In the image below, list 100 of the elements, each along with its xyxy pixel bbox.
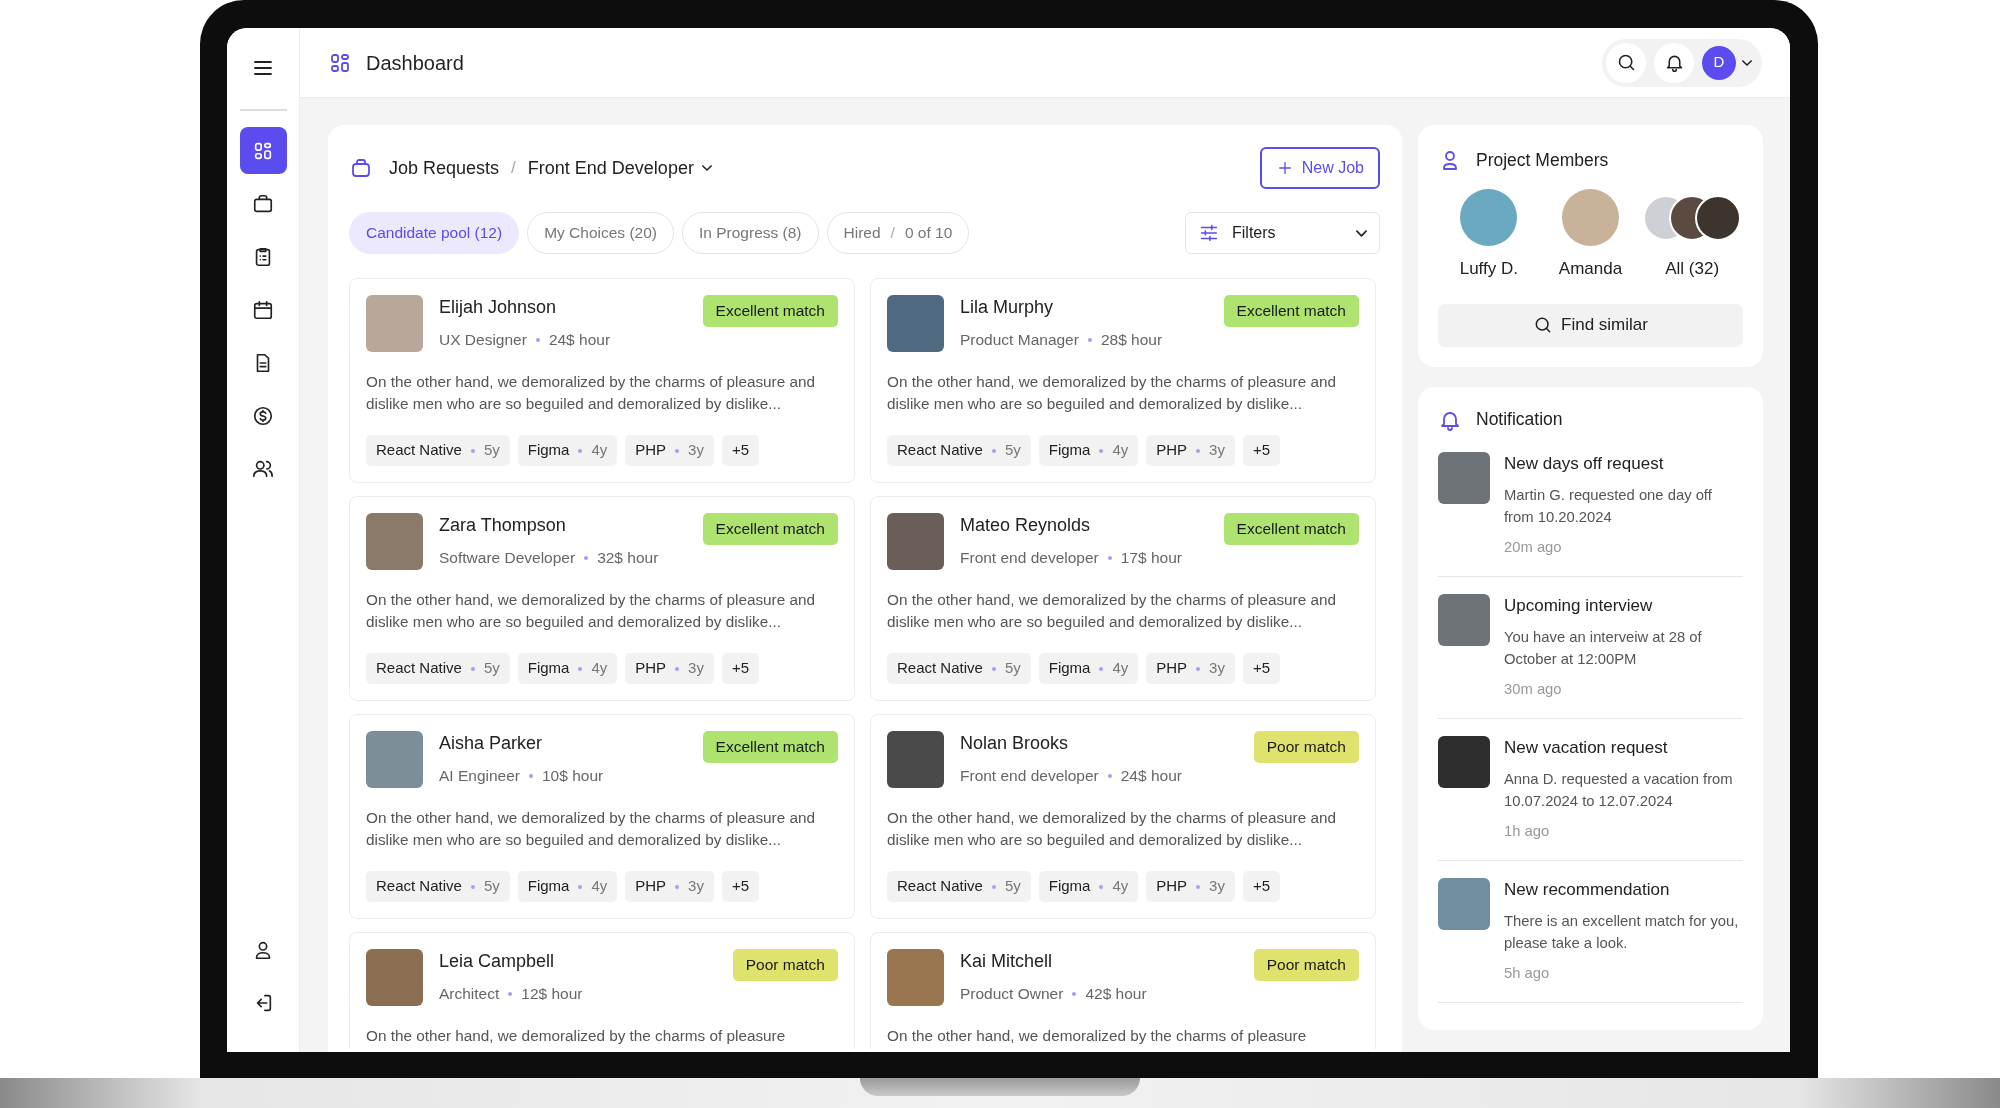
candidate-card[interactable]: Leia Campbell Architect 12$ hour Poor match On the other hand, we demoralized by the charms of pleasure bbox=[349, 932, 855, 1049]
notification-item[interactable]: New days off request Martin G. requested one day off from 10.20.2024 20m ago bbox=[1438, 434, 1743, 577]
calendar-icon bbox=[252, 298, 274, 321]
candidate-description: On the other hand, we demoralized by the charms of pleasure and dislike men who are so beguiled and demoralized by dislike... bbox=[366, 808, 816, 850]
skill-tag: Figma 4y bbox=[1038, 435, 1139, 466]
skill-tag: PHP 3y bbox=[625, 435, 714, 466]
photo-placeholder bbox=[1438, 878, 1490, 931]
photo-placeholder bbox=[1438, 735, 1490, 788]
photo-placeholder bbox=[366, 295, 423, 352]
match-badge: Excellent match bbox=[702, 513, 838, 545]
photo-placeholder bbox=[887, 513, 944, 570]
photo-placeholder bbox=[366, 513, 423, 570]
skill-tag: PHP 3y bbox=[625, 653, 714, 684]
dollar-icon bbox=[252, 404, 274, 427]
candidate-description: On the other hand, we demoralized by the charms of pleasure and dislike men who are so beguiled and demoralized by dislike... bbox=[366, 590, 816, 632]
skill-tag: Figma 4y bbox=[517, 435, 618, 466]
hourly-rate: 12$ hour bbox=[521, 984, 583, 1004]
hourly-rate: 17$ hour bbox=[1120, 548, 1182, 568]
candidate-name: Nolan Brooks bbox=[960, 732, 1070, 754]
member-name: Amanda bbox=[1558, 258, 1623, 280]
skill-tag: React Native 5y bbox=[366, 653, 510, 684]
notification-text: Anna D. requested a vacation from 10.07.2024 to 12.07.2024 bbox=[1504, 769, 1734, 811]
skill-tag: Figma 4y bbox=[1038, 653, 1139, 684]
caret-icon bbox=[1742, 59, 1752, 66]
briefcase-icon bbox=[252, 192, 274, 215]
notification-time: 20m ago bbox=[1504, 537, 1563, 557]
candidate-card[interactable] bbox=[870, 278, 1376, 483]
skill-tag: React Native 5y bbox=[366, 435, 510, 466]
dot-separator bbox=[529, 773, 533, 778]
filters-dropdown[interactable]: Filters bbox=[1185, 212, 1380, 254]
filter-tab[interactable]: My Choices (20) bbox=[527, 212, 674, 254]
dot-separator bbox=[1107, 555, 1112, 560]
breadcrumb-dropdown[interactable]: Front End Developer bbox=[527, 154, 712, 182]
breadcrumb-link[interactable]: Job Requests bbox=[389, 154, 500, 182]
notification-text: There is an excellent match for you, please take a look. bbox=[1504, 912, 1740, 954]
candidate-description: On the other hand, we demoralized by the charms of pleasure and dislike men who are so beguiled and demoralized by dislike... bbox=[887, 808, 1337, 850]
photo-placeholder bbox=[1438, 593, 1490, 646]
sliders-icon bbox=[1198, 222, 1220, 244]
candidate-role: Product Manager bbox=[960, 330, 1079, 350]
more-skills-tag: +5 bbox=[721, 435, 760, 466]
skill-tag: PHP 3y bbox=[1146, 653, 1235, 684]
member-avatar[interactable] bbox=[1460, 189, 1518, 246]
dot-separator bbox=[1087, 337, 1092, 342]
candidate-role: AI Engineer bbox=[439, 766, 520, 786]
more-skills-tag: +5 bbox=[721, 653, 760, 684]
dot-separator bbox=[508, 991, 513, 996]
caret-icon bbox=[1356, 229, 1367, 237]
skill-tag: React Native 5y bbox=[887, 653, 1031, 684]
hourly-rate: 24$ hour bbox=[548, 330, 611, 350]
candidate-role: Front end developer bbox=[960, 548, 1099, 568]
candidate-name: Mateo Reynolds bbox=[960, 514, 1092, 536]
match-badge: Excellent match bbox=[1223, 513, 1359, 545]
photo-placeholder bbox=[1438, 451, 1490, 504]
notification-title: New recommendation bbox=[1504, 879, 1671, 902]
avatar: D bbox=[1702, 45, 1736, 80]
notification-item[interactable]: New recommendation There is an excellent match for you, please take a look. 5h ago bbox=[1438, 861, 1743, 1004]
page-title: Dashboard bbox=[366, 50, 464, 76]
candidate-name: Kai Mitchell bbox=[960, 950, 1054, 972]
dot-separator bbox=[535, 337, 540, 342]
more-skills-tag: +5 bbox=[1242, 871, 1281, 902]
notification-item[interactable]: New vacation request Anna D. requested a vacation from 10.07.2024 to 12.07.2024 1h ago bbox=[1438, 718, 1743, 862]
skill-tag: PHP 3y bbox=[625, 871, 714, 902]
candidate-card[interactable] bbox=[349, 714, 855, 919]
filter-tab[interactable]: In Progress (8) bbox=[682, 212, 819, 254]
notification-item[interactable]: Upcoming interview You have an interveiw at 28 of October at 12:00PM 30m ago bbox=[1438, 576, 1743, 719]
search-button[interactable] bbox=[1606, 42, 1646, 83]
candidate-card[interactable] bbox=[870, 714, 1376, 919]
match-badge: Poor match bbox=[1253, 949, 1359, 981]
photo-placeholder bbox=[887, 949, 944, 1006]
hourly-rate: 32$ hour bbox=[597, 548, 659, 568]
candidate-card[interactable] bbox=[870, 496, 1376, 701]
candidate-role: Software Developer bbox=[439, 548, 576, 568]
match-badge: Excellent match bbox=[702, 295, 838, 327]
filter-tab[interactable]: Candidate pool (12) bbox=[349, 212, 520, 254]
notification-button[interactable] bbox=[1654, 42, 1694, 83]
match-badge: Excellent match bbox=[1223, 295, 1359, 327]
notification-text: Martin G. requested one day off from 10.20.2024 bbox=[1504, 485, 1713, 527]
dot-separator bbox=[1072, 991, 1077, 996]
filter-tab[interactable]: Hired / 0 of 10 bbox=[826, 212, 970, 254]
hourly-rate: 28$ hour bbox=[1100, 330, 1163, 350]
caret-icon bbox=[701, 165, 712, 171]
notification-time: 30m ago bbox=[1504, 679, 1563, 699]
candidate-role: Front end developer bbox=[960, 766, 1099, 786]
more-skills-tag: +5 bbox=[1242, 653, 1281, 684]
candidate-description: On the other hand, we demoralized by the charms of pleasure and dislike men who are so beguiled and demoralized by dislike... bbox=[887, 372, 1337, 414]
new-job-button[interactable]: New Job bbox=[1259, 147, 1380, 189]
candidate-card[interactable] bbox=[349, 496, 855, 701]
candidate-card[interactable] bbox=[349, 278, 855, 483]
photo-placeholder bbox=[887, 731, 944, 788]
candidate-card[interactable]: Kai Mitchell Product Owner 42$ hour Poor match On the other hand, we demoralized by the charms of pleasure bbox=[870, 932, 1376, 1049]
candidate-role: Product Owner bbox=[960, 984, 1064, 1004]
candidate-name: Elijah Johnson bbox=[439, 296, 558, 318]
card-title: Notification bbox=[1476, 408, 1563, 432]
account-menu[interactable]: D bbox=[1702, 45, 1752, 80]
hourly-rate: 10$ hour bbox=[542, 766, 604, 786]
find-similar-button[interactable]: Find similar bbox=[1438, 303, 1743, 347]
dot-separator bbox=[584, 555, 589, 560]
skill-tag: PHP 3y bbox=[1146, 435, 1235, 466]
photo-placeholder bbox=[366, 949, 423, 1006]
card-title: Project Members bbox=[1476, 148, 1609, 172]
